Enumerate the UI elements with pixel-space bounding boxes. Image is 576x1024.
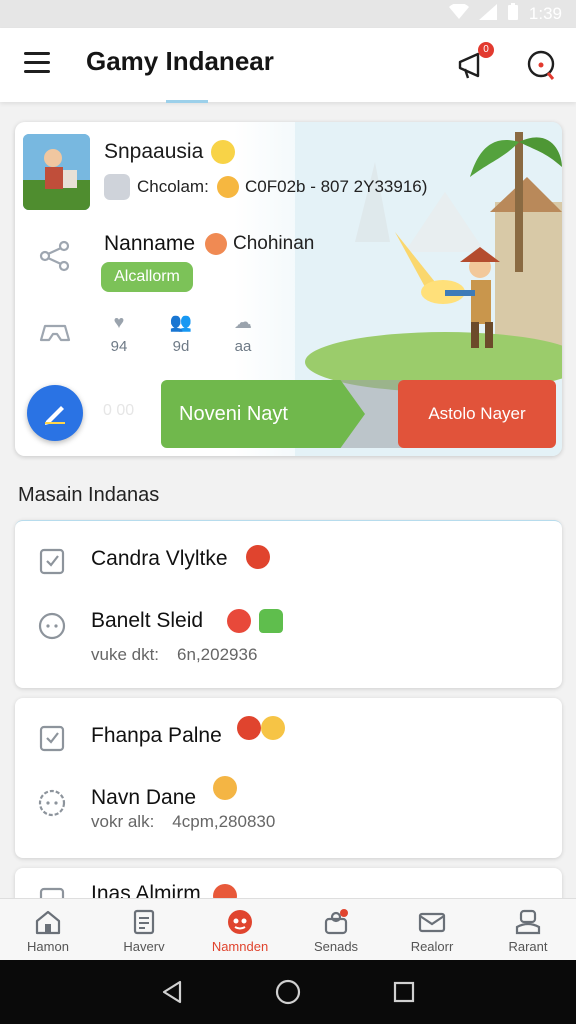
system-navigation [0,960,576,1024]
card-meta-value: 4cpm,280830 [172,812,276,831]
edit-fab-button[interactable] [27,385,83,441]
star-badge-icon [237,716,261,740]
game-name: Snpaausia [104,140,204,163]
secondary-action-button[interactable]: Astolo Nayer [398,380,556,448]
stats-row: ♥ 94 👥 9d ☁ aa [101,312,261,355]
nav-label: Rarant [508,939,548,954]
stat-likes: ♥ 94 [101,312,137,355]
stat-players: 👥 9d [163,312,199,355]
notification-badge: 0 [478,42,494,58]
chat-icon[interactable] [524,48,558,82]
heart-icon: ♥ [113,312,125,332]
stat-cloud: ☁ aa [225,312,261,355]
list-item[interactable]: Fhanpa Palne Navn Dane vokr alk: 4cpm,28… [15,698,562,858]
nav-label: Hamon [27,939,69,954]
recents-icon[interactable] [393,981,415,1003]
card-meta-label: vuke dkt: [91,645,160,664]
player-name: Nanname [104,232,196,255]
app-title: Gamy Indanear [86,46,274,76]
bottom-navigation: Hamon Haverv Namnden Senads Realorr Rara… [0,898,576,960]
emoji-icon [205,233,227,255]
channel-label: Chcolam: [137,177,209,196]
avatar [104,174,130,200]
card-meta: vuke dkt: 6n,202936 [91,645,257,665]
profile-icon [515,909,541,935]
title-underline [166,100,208,103]
progress-label: 0 00 [103,402,135,419]
share-icon[interactable] [37,238,73,274]
clock-icon [37,611,67,641]
featured-game-card[interactable]: Snpaausia Chcolam: C0F02b - 807 2Y33916)… [15,122,562,456]
battery-icon [507,2,519,26]
mail-icon [418,912,446,933]
star-badge-icon [211,140,235,164]
card-meta: vokr alk: 4cpm,280830 [91,812,275,832]
status-time: 1:39 [528,4,562,23]
nav-mail[interactable]: Realorr [384,899,480,960]
nav-label: Namnden [211,939,269,954]
friends-icon [324,909,348,935]
nav-profile[interactable]: Rarant [480,899,576,960]
game-code: C0F02b - 807 2Y33916) [245,177,428,196]
card-meta-value: 6n,202936 [177,645,258,664]
card-title: Fhanpa Palne [91,724,222,747]
chat-emoji-icon [261,716,285,740]
nav-label: Senads [313,939,359,954]
document-icon [133,909,155,935]
tag-icon [259,609,283,633]
emoji-icon [213,776,237,800]
section-title: Masain Indanas [18,484,160,506]
card-subtitle: Navn Dane [91,786,197,809]
signal-icon [478,3,497,25]
card-subtitle: Banelt Sleid [91,609,204,632]
card-title: Candra Vlyltke [91,547,228,570]
status-bar: 1:39 [0,0,576,28]
nav-friends[interactable]: Senads [288,899,384,960]
nav-home[interactable]: Hamon [0,899,96,960]
pen-icon [45,406,65,425]
list-item[interactable]: Candra Vlyltke Banelt Sleid vuke dkt: 6n… [15,520,562,688]
card-meta-label: vokr alk: [91,812,155,831]
smile-emoji-icon [217,176,239,198]
people-icon: 👥 [169,312,193,332]
clock-icon [37,788,67,818]
nav-game[interactable]: Namnden [192,899,288,960]
home-icon [35,910,61,935]
player-role: Chohinan [233,233,315,254]
status-pill[interactable]: Alcallorm [101,262,193,292]
clipboard-icon [38,545,66,575]
game-icon [228,910,252,934]
back-icon[interactable] [161,980,183,1004]
nav-label: Haverv [123,939,165,954]
clipboard-icon [38,722,66,752]
app-bar: Gamy Indanear 0 [0,28,576,103]
nav-label: Realorr [410,939,454,954]
home-circle-icon[interactable] [275,979,301,1005]
primary-action-button[interactable]: Noveni Nayt [161,380,365,448]
menu-icon[interactable] [24,52,50,74]
wifi-icon [448,2,469,25]
cloud-icon: ☁ [234,312,252,332]
nav-document[interactable]: Haverv [96,899,192,960]
emoji-icon [227,609,251,633]
game-thumbnail [23,134,90,210]
alert-badge-icon [246,545,270,569]
controller-icon [37,318,73,346]
